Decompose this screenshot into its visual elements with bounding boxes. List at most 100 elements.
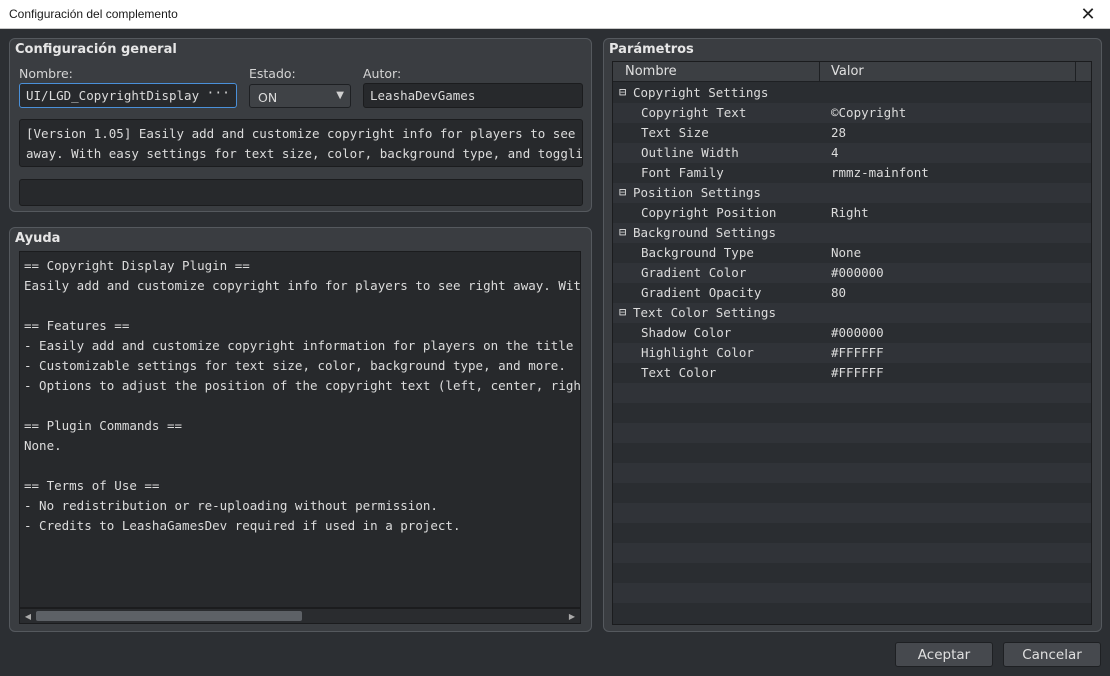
help-line: == Terms of Use == bbox=[24, 478, 160, 493]
column-divider bbox=[819, 62, 820, 82]
param-value: #000000 bbox=[831, 325, 884, 340]
param-group-row[interactable]: ⊟ Text Color Settings bbox=[613, 303, 1091, 323]
name-field[interactable]: UI/LGD_CopyrightDisplay ··· bbox=[19, 83, 237, 108]
empty-row bbox=[613, 443, 1091, 463]
parameters-title: Parámetros bbox=[609, 42, 694, 57]
param-name: Font Family bbox=[641, 165, 724, 180]
extra-field[interactable] bbox=[19, 179, 583, 206]
help-line: == Features == bbox=[24, 318, 130, 333]
empty-row bbox=[613, 523, 1091, 543]
table-row[interactable]: Text Size 28 bbox=[613, 123, 1091, 143]
help-title: Ayuda bbox=[15, 231, 61, 246]
table-row[interactable]: Text Color #FFFFFF bbox=[613, 363, 1091, 383]
status-select[interactable]: ON ▼ bbox=[249, 84, 351, 108]
param-name: Background Settings bbox=[633, 225, 776, 240]
empty-row bbox=[613, 483, 1091, 503]
collapse-icon[interactable]: ⊟ bbox=[619, 85, 626, 99]
general-settings-group: Configuración general Nombre: UI/LGD_Cop… bbox=[9, 38, 592, 212]
column-header-value[interactable]: Valor bbox=[831, 64, 864, 79]
table-row[interactable]: Copyright Text ©Copyright bbox=[613, 103, 1091, 123]
table-row[interactable]: Shadow Color #000000 bbox=[613, 323, 1091, 343]
param-name: Copyright Position bbox=[641, 205, 777, 220]
chevron-down-icon: ▼ bbox=[336, 90, 344, 101]
param-name: Copyright Text bbox=[641, 105, 747, 120]
param-value: Right bbox=[831, 205, 869, 220]
empty-row bbox=[613, 503, 1091, 523]
param-value: 80 bbox=[831, 285, 847, 300]
collapse-icon[interactable]: ⊟ bbox=[619, 305, 626, 319]
name-value: UI/LGD_CopyrightDisplay bbox=[26, 88, 200, 103]
accept-button[interactable]: Aceptar bbox=[895, 642, 993, 667]
param-name: Copyright Settings bbox=[633, 85, 769, 100]
help-line: - Customizable settings for text size, c… bbox=[24, 358, 566, 373]
help-line: Easily add and customize copyright info … bbox=[24, 278, 581, 293]
scroll-left-icon[interactable]: ◀ bbox=[21, 609, 35, 623]
param-value: 28 bbox=[831, 125, 847, 140]
description-line-1: [Version 1.05] Easily add and customize … bbox=[26, 126, 583, 141]
parameters-table[interactable]: Nombre Valor ⊟ Copyright Settings Copyrigh… bbox=[612, 61, 1092, 625]
param-name: Text Size bbox=[641, 125, 709, 140]
author-value: LeashaDevGames bbox=[370, 88, 476, 103]
column-divider bbox=[1075, 62, 1076, 82]
table-row[interactable]: Copyright Position Right bbox=[613, 203, 1091, 223]
author-field[interactable]: LeashaDevGames bbox=[363, 83, 583, 108]
table-header: Nombre Valor bbox=[613, 62, 1091, 82]
param-group-row[interactable]: ⊟ Background Settings bbox=[613, 223, 1091, 243]
browse-button[interactable]: ··· bbox=[207, 86, 230, 101]
empty-row bbox=[613, 423, 1091, 443]
param-name: Position Settings bbox=[633, 185, 761, 200]
scroll-right-icon[interactable]: ▶ bbox=[565, 609, 579, 623]
help-line: - Credits to LeashaGamesDev required if … bbox=[24, 518, 461, 533]
param-group-row[interactable]: ⊟ Position Settings bbox=[613, 183, 1091, 203]
window-title: Configuración del complemento bbox=[9, 7, 178, 21]
scroll-thumb[interactable] bbox=[36, 611, 302, 621]
empty-row bbox=[613, 543, 1091, 563]
param-value: ©Copyright bbox=[831, 105, 907, 120]
collapse-icon[interactable]: ⊟ bbox=[619, 185, 626, 199]
param-name: Text Color Settings bbox=[633, 305, 776, 320]
parameters-group: Parámetros Nombre Valor ⊟ Copyright Setti… bbox=[603, 38, 1102, 632]
param-value: #FFFFFF bbox=[831, 365, 884, 380]
table-row[interactable]: Background Type None bbox=[613, 243, 1091, 263]
param-name: Text Color bbox=[641, 365, 717, 380]
author-label: Autor: bbox=[363, 66, 402, 81]
param-group-row[interactable]: ⊟ Copyright Settings bbox=[613, 83, 1091, 103]
close-icon[interactable]: ✕ bbox=[1066, 0, 1110, 28]
name-label: Nombre: bbox=[19, 66, 73, 81]
empty-row bbox=[613, 383, 1091, 403]
empty-row bbox=[613, 463, 1091, 483]
description-line-2: away. With easy settings for text size, … bbox=[26, 146, 583, 161]
table-row[interactable]: Gradient Color #000000 bbox=[613, 263, 1091, 283]
general-settings-title: Configuración general bbox=[15, 42, 177, 57]
param-name: Gradient Opacity bbox=[641, 285, 762, 300]
cancel-button[interactable]: Cancelar bbox=[1003, 642, 1101, 667]
column-header-name[interactable]: Nombre bbox=[625, 64, 677, 79]
collapse-icon[interactable]: ⊟ bbox=[619, 225, 626, 239]
table-row[interactable]: Gradient Opacity 80 bbox=[613, 283, 1091, 303]
param-value: #000000 bbox=[831, 265, 884, 280]
help-line: None. bbox=[24, 438, 62, 453]
help-text-area[interactable]: == Copyright Display Plugin == Easily ad… bbox=[19, 251, 581, 608]
help-line: - Options to adjust the position of the … bbox=[24, 378, 581, 393]
empty-row bbox=[613, 583, 1091, 603]
param-name: Background Type bbox=[641, 245, 754, 260]
table-row[interactable]: Outline Width 4 bbox=[613, 143, 1091, 163]
empty-row bbox=[613, 563, 1091, 583]
param-value: rmmz-mainfont bbox=[831, 165, 929, 180]
param-value: None bbox=[831, 245, 862, 260]
help-line: == Copyright Display Plugin == bbox=[24, 258, 250, 273]
table-row[interactable]: Font Family rmmz-mainfont bbox=[613, 163, 1091, 183]
param-name: Gradient Color bbox=[641, 265, 747, 280]
title-bar: Configuración del complemento ✕ bbox=[0, 0, 1110, 29]
param-value: #FFFFFF bbox=[831, 345, 884, 360]
horizontal-scrollbar[interactable]: ◀ ▶ bbox=[19, 608, 581, 624]
param-name: Shadow Color bbox=[641, 325, 732, 340]
param-name: Outline Width bbox=[641, 145, 739, 160]
help-line: - No redistribution or re-uploading with… bbox=[24, 498, 438, 513]
empty-row bbox=[613, 403, 1091, 423]
table-row[interactable]: Highlight Color #FFFFFF bbox=[613, 343, 1091, 363]
description-field[interactable]: [Version 1.05] Easily add and customize … bbox=[19, 119, 583, 167]
param-name: Highlight Color bbox=[641, 345, 754, 360]
empty-row bbox=[613, 603, 1091, 623]
status-label: Estado: bbox=[249, 66, 296, 81]
